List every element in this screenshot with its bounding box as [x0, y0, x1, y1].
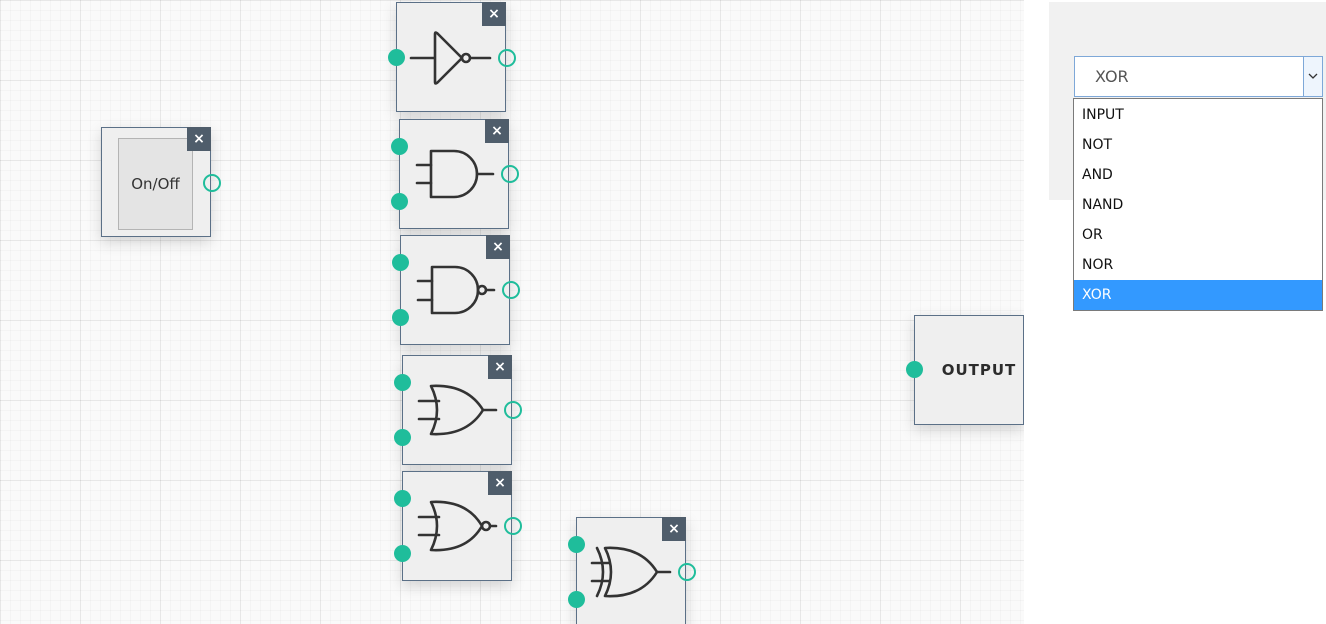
dropdown-option-nor[interactable]: NOR — [1074, 250, 1322, 280]
output-pin[interactable] — [504, 517, 522, 535]
input-pin-b[interactable] — [392, 309, 409, 326]
chevron-down-icon[interactable] — [1303, 57, 1322, 96]
output-pin[interactable] — [501, 165, 519, 183]
dropdown-option-or[interactable]: OR — [1074, 220, 1322, 250]
output-pin[interactable] — [203, 174, 221, 192]
output-label: OUTPUT — [941, 361, 1017, 379]
input-node[interactable]: On/Off × — [101, 127, 221, 237]
input-pin-a[interactable] — [391, 138, 408, 155]
nor-gate-node[interactable]: × — [394, 471, 522, 581]
or-gate-node[interactable]: × — [394, 355, 522, 465]
output-pin[interactable] — [504, 401, 522, 419]
input-pin-a[interactable] — [568, 536, 585, 553]
close-icon[interactable]: × — [488, 355, 512, 379]
input-pin[interactable] — [906, 361, 923, 378]
gate-type-select[interactable]: XOR — [1074, 56, 1323, 97]
output-pin[interactable] — [678, 563, 696, 581]
nand-gate-node[interactable]: × — [392, 235, 520, 345]
close-icon[interactable]: × — [488, 471, 512, 495]
not-gate-node[interactable]: × — [388, 2, 516, 112]
on-off-toggle-button[interactable]: On/Off — [118, 138, 193, 230]
dropdown-option-nand[interactable]: NAND — [1074, 190, 1322, 220]
xor-gate-node[interactable]: × — [568, 517, 696, 624]
close-icon[interactable]: × — [187, 127, 211, 151]
circuit-canvas[interactable]: On/Off × × × × × × × OUTPUT — [0, 0, 1024, 624]
input-pin-b[interactable] — [568, 591, 585, 608]
dropdown-option-and[interactable]: AND — [1074, 160, 1322, 190]
output-pin[interactable] — [502, 281, 520, 299]
output-node[interactable]: OUTPUT — [906, 315, 1024, 425]
dropdown-option-input[interactable]: INPUT — [1074, 100, 1322, 130]
input-pin[interactable] — [388, 49, 405, 66]
input-pin-a[interactable] — [394, 490, 411, 507]
output-pin[interactable] — [498, 49, 516, 67]
and-gate-node[interactable]: × — [391, 119, 519, 229]
gate-type-dropdown[interactable]: INPUT NOT AND NAND OR NOR XOR — [1073, 98, 1323, 311]
select-value: XOR — [1095, 67, 1129, 86]
dropdown-option-not[interactable]: NOT — [1074, 130, 1322, 160]
close-icon[interactable]: × — [662, 517, 686, 541]
input-pin-a[interactable] — [392, 254, 409, 271]
dropdown-option-xor[interactable]: XOR — [1074, 280, 1322, 310]
input-pin-b[interactable] — [394, 545, 411, 562]
input-pin-a[interactable] — [394, 374, 411, 391]
input-pin-b[interactable] — [391, 193, 408, 210]
input-pin-b[interactable] — [394, 429, 411, 446]
close-icon[interactable]: × — [485, 119, 509, 143]
close-icon[interactable]: × — [482, 2, 506, 26]
close-icon[interactable]: × — [486, 235, 510, 259]
